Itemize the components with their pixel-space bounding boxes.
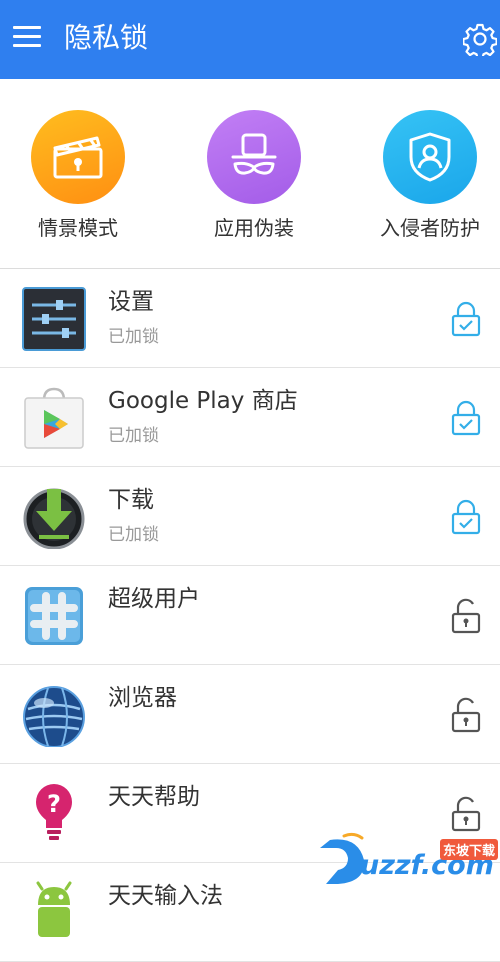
watermark-logo: uzzf.com 东坡下载 bbox=[318, 830, 498, 890]
list-item[interactable]: 浏览器 bbox=[0, 665, 500, 764]
superuser-app-icon bbox=[22, 584, 86, 648]
list-item[interactable]: Google Play 商店 已加锁 bbox=[0, 368, 500, 467]
clapperboard-lock-icon bbox=[31, 110, 125, 204]
app-name: 天天输入法 bbox=[108, 883, 223, 909]
lock-closed-icon[interactable] bbox=[450, 301, 482, 337]
app-title: 隐私锁 bbox=[64, 21, 149, 54]
lock-closed-icon[interactable] bbox=[450, 400, 482, 436]
settings-app-icon bbox=[22, 287, 86, 351]
gear-icon[interactable] bbox=[462, 22, 498, 60]
list-item[interactable]: 超级用户 bbox=[0, 566, 500, 665]
app-bar: 隐私锁 bbox=[0, 0, 500, 79]
svg-text:?: ? bbox=[47, 790, 61, 818]
lock-open-icon[interactable] bbox=[450, 796, 482, 832]
app-name: 设置 bbox=[108, 289, 154, 315]
app-lock-status: 已加锁 bbox=[108, 327, 159, 347]
disguise-hat-icon bbox=[207, 110, 301, 204]
input-method-app-icon bbox=[22, 881, 86, 945]
app-lock-status: 已加锁 bbox=[108, 426, 159, 446]
play-store-icon bbox=[22, 386, 86, 450]
help-app-icon: ? bbox=[22, 782, 86, 846]
feature-label: 应用伪装 bbox=[214, 216, 294, 240]
feature-shortcuts: 情景模式 应用伪装 入侵者防护 bbox=[0, 79, 500, 269]
lock-open-icon[interactable] bbox=[450, 697, 482, 733]
app-name: Google Play 商店 bbox=[108, 388, 298, 414]
list-item[interactable]: 设置 已加锁 bbox=[0, 269, 500, 368]
feature-label: 入侵者防护 bbox=[380, 216, 480, 240]
lock-closed-icon[interactable] bbox=[450, 499, 482, 535]
feature-scene-mode[interactable]: 情景模式 bbox=[3, 110, 153, 241]
shield-user-icon bbox=[383, 110, 477, 204]
lock-open-icon[interactable] bbox=[450, 598, 482, 634]
menu-icon[interactable] bbox=[13, 26, 41, 48]
app-name: 浏览器 bbox=[108, 685, 177, 711]
list-item[interactable]: 下载 已加锁 bbox=[0, 467, 500, 566]
feature-label: 情景模式 bbox=[38, 216, 118, 240]
feature-app-disguise[interactable]: 应用伪装 bbox=[179, 110, 329, 241]
watermark-tag: 东坡下载 bbox=[440, 839, 498, 860]
app-name: 天天帮助 bbox=[108, 784, 200, 810]
feature-intruder-protection[interactable]: 入侵者防护 bbox=[355, 110, 500, 241]
download-app-icon bbox=[22, 485, 86, 550]
app-lock-status: 已加锁 bbox=[108, 525, 159, 545]
app-name: 下载 bbox=[108, 487, 154, 513]
app-name: 超级用户 bbox=[108, 586, 200, 612]
browser-app-icon bbox=[22, 683, 86, 748]
